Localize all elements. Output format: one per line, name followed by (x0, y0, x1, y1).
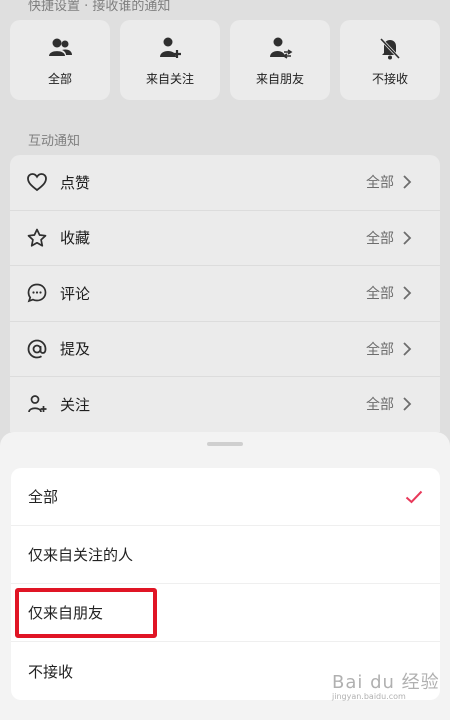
option-label: 仅来自朋友 (28, 604, 104, 622)
drag-handle[interactable] (207, 442, 243, 446)
checkmark-icon (405, 490, 423, 503)
option-friends-only[interactable]: 仅来自朋友 (11, 584, 440, 642)
option-label: 仅来自关注的人 (28, 546, 134, 564)
watermark-text: Bai du 经验 (332, 672, 440, 693)
option-list: 全部 仅来自关注的人 仅来自朋友 不接收 (11, 468, 440, 700)
option-following-only[interactable]: 仅来自关注的人 (11, 526, 440, 584)
option-all[interactable]: 全部 (11, 468, 440, 526)
option-label: 全部 (28, 488, 59, 506)
watermark: Bai du 经验 jingyan.baidu.com (332, 668, 440, 701)
watermark-subtext: jingyan.baidu.com (332, 692, 406, 701)
